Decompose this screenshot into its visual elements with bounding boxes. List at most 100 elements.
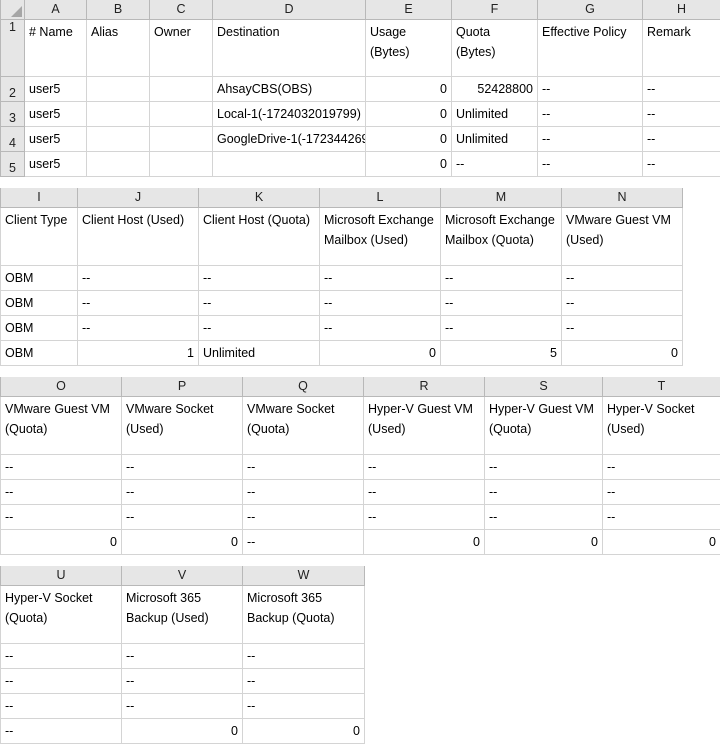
cell-alias[interactable] bbox=[87, 102, 150, 127]
cell-vmware-guest-vm-quota[interactable]: -- bbox=[1, 455, 122, 480]
cell-quota-bytes[interactable]: -- bbox=[452, 152, 538, 177]
header-cell-hyperv-socket-quota[interactable]: Hyper-V Socket (Quota) bbox=[1, 586, 122, 644]
cell-owner[interactable] bbox=[150, 127, 213, 152]
cell-hyperv-socket-quota[interactable]: -- bbox=[1, 694, 122, 719]
cell-vmware-guest-vm-used[interactable]: -- bbox=[562, 291, 683, 316]
header-cell-vmware-socket-quota[interactable]: VMware Socket (Quota) bbox=[243, 397, 364, 455]
header-cell-client-host-used[interactable]: Client Host (Used) bbox=[78, 208, 199, 266]
column-header-L[interactable]: L bbox=[320, 188, 441, 208]
cell-exchange-mailbox-quota[interactable]: -- bbox=[441, 316, 562, 341]
header-cell-client-type[interactable]: Client Type bbox=[1, 208, 78, 266]
cell-exchange-mailbox-used[interactable]: -- bbox=[320, 316, 441, 341]
cell-usage-bytes[interactable]: 0 bbox=[366, 152, 452, 177]
column-header-F[interactable]: F bbox=[452, 0, 538, 20]
row-number-3[interactable]: 3 bbox=[1, 102, 25, 127]
column-header-G[interactable]: G bbox=[538, 0, 643, 20]
cell-destination[interactable]: Local-1(-1724032019799) bbox=[213, 102, 366, 127]
cell-usage-bytes[interactable]: 0 bbox=[366, 77, 452, 102]
cell-vmware-socket-quota[interactable]: -- bbox=[243, 480, 364, 505]
header-cell-exchange-mailbox-used[interactable]: Microsoft Exchange Mailbox (Used) bbox=[320, 208, 441, 266]
cell-vmware-socket-used[interactable]: -- bbox=[122, 480, 243, 505]
column-header-E[interactable]: E bbox=[366, 0, 452, 20]
column-header-K[interactable]: K bbox=[199, 188, 320, 208]
cell-vmware-guest-vm-quota[interactable]: -- bbox=[1, 505, 122, 530]
row-number-1[interactable]: 1 bbox=[1, 20, 25, 77]
cell-usage-bytes[interactable]: 0 bbox=[366, 127, 452, 152]
column-header-B[interactable]: B bbox=[87, 0, 150, 20]
column-header-J[interactable]: J bbox=[78, 188, 199, 208]
cell-client-host-quota[interactable]: Unlimited bbox=[199, 341, 320, 366]
cell-hyperv-guest-vm-quota[interactable]: -- bbox=[485, 505, 603, 530]
row-number-5[interactable]: 5 bbox=[1, 152, 25, 177]
header-cell-m365-backup-used[interactable]: Microsoft 365 Backup (Used) bbox=[122, 586, 243, 644]
cell-effective-policy[interactable]: -- bbox=[538, 102, 643, 127]
cell-vmware-socket-used[interactable]: -- bbox=[122, 455, 243, 480]
cell-hyperv-guest-vm-used[interactable]: -- bbox=[364, 455, 485, 480]
column-header-P[interactable]: P bbox=[122, 377, 243, 397]
spreadsheet-table-3[interactable]: O P Q R S T VMware Guest VM (Quota) VMwa… bbox=[0, 377, 720, 555]
cell-exchange-mailbox-quota[interactable]: -- bbox=[441, 291, 562, 316]
header-cell-destination[interactable]: Destination bbox=[213, 20, 366, 77]
select-all-corner[interactable] bbox=[1, 0, 25, 20]
header-cell-exchange-mailbox-quota[interactable]: Microsoft Exchange Mailbox (Quota) bbox=[441, 208, 562, 266]
cell-hyperv-socket-used[interactable]: -- bbox=[603, 455, 720, 480]
cell-client-host-used[interactable]: -- bbox=[78, 291, 199, 316]
cell-quota-bytes[interactable]: Unlimited bbox=[452, 127, 538, 152]
cell-exchange-mailbox-quota[interactable]: -- bbox=[441, 266, 562, 291]
cell-exchange-mailbox-used[interactable]: 0 bbox=[320, 341, 441, 366]
cell-effective-policy[interactable]: -- bbox=[538, 77, 643, 102]
cell-client-host-quota[interactable]: -- bbox=[199, 291, 320, 316]
cell-hyperv-socket-quota[interactable]: -- bbox=[1, 719, 122, 744]
column-header-S[interactable]: S bbox=[485, 377, 603, 397]
header-cell-usage-bytes[interactable]: Usage (Bytes) bbox=[366, 20, 452, 77]
column-header-W[interactable]: W bbox=[243, 566, 365, 586]
cell-alias[interactable] bbox=[87, 152, 150, 177]
column-header-D[interactable]: D bbox=[213, 0, 366, 20]
header-cell-remark[interactable]: Remark bbox=[643, 20, 720, 77]
header-cell-alias[interactable]: Alias bbox=[87, 20, 150, 77]
cell-hyperv-guest-vm-used[interactable]: 0 bbox=[364, 530, 485, 555]
cell-m365-backup-used[interactable]: -- bbox=[122, 669, 243, 694]
cell-exchange-mailbox-used[interactable]: -- bbox=[320, 291, 441, 316]
cell-vmware-socket-quota[interactable]: -- bbox=[243, 530, 364, 555]
cell-hyperv-socket-quota[interactable]: -- bbox=[1, 669, 122, 694]
cell-m365-backup-quota[interactable]: -- bbox=[243, 669, 365, 694]
cell-client-host-used[interactable]: -- bbox=[78, 266, 199, 291]
cell-m365-backup-quota[interactable]: -- bbox=[243, 694, 365, 719]
cell-hyperv-socket-used[interactable]: -- bbox=[603, 480, 720, 505]
cell-client-host-quota[interactable]: -- bbox=[199, 316, 320, 341]
column-header-I[interactable]: I bbox=[1, 188, 78, 208]
header-cell-hyperv-guest-vm-quota[interactable]: Hyper-V Guest VM (Quota) bbox=[485, 397, 603, 455]
cell-client-type[interactable]: OBM bbox=[1, 291, 78, 316]
header-cell-hyperv-guest-vm-used[interactable]: Hyper-V Guest VM (Used) bbox=[364, 397, 485, 455]
column-header-O[interactable]: O bbox=[1, 377, 122, 397]
cell-client-type[interactable]: OBM bbox=[1, 266, 78, 291]
cell-remark[interactable]: -- bbox=[643, 102, 720, 127]
cell-m365-backup-used[interactable]: -- bbox=[122, 694, 243, 719]
spreadsheet-table-4[interactable]: U V W Hyper-V Socket (Quota) Microsoft 3… bbox=[0, 566, 365, 744]
cell-m365-backup-quota[interactable]: 0 bbox=[243, 719, 365, 744]
cell-name[interactable]: user5 bbox=[25, 152, 87, 177]
cell-effective-policy[interactable]: -- bbox=[538, 127, 643, 152]
header-cell-effective-policy[interactable]: Effective Policy bbox=[538, 20, 643, 77]
cell-client-host-used[interactable]: 1 bbox=[78, 341, 199, 366]
cell-hyperv-guest-vm-quota[interactable]: 0 bbox=[485, 530, 603, 555]
row-number-4[interactable]: 4 bbox=[1, 127, 25, 152]
cell-hyperv-socket-used[interactable]: -- bbox=[603, 505, 720, 530]
cell-hyperv-guest-vm-used[interactable]: -- bbox=[364, 505, 485, 530]
cell-vmware-socket-used[interactable]: -- bbox=[122, 505, 243, 530]
cell-remark[interactable]: -- bbox=[643, 152, 720, 177]
cell-remark[interactable]: -- bbox=[643, 77, 720, 102]
cell-client-type[interactable]: OBM bbox=[1, 341, 78, 366]
cell-effective-policy[interactable]: -- bbox=[538, 152, 643, 177]
cell-alias[interactable] bbox=[87, 127, 150, 152]
cell-destination[interactable]: AhsayCBS(OBS) bbox=[213, 77, 366, 102]
spreadsheet-table-1[interactable]: A B C D E F G H 1 # Name Alias Owner Des… bbox=[0, 0, 720, 177]
cell-exchange-mailbox-quota[interactable]: 5 bbox=[441, 341, 562, 366]
spreadsheet-table-2[interactable]: I J K L M N Client Type Client Host (Use… bbox=[0, 188, 683, 366]
cell-usage-bytes[interactable]: 0 bbox=[366, 102, 452, 127]
cell-client-type[interactable]: OBM bbox=[1, 316, 78, 341]
header-cell-client-host-quota[interactable]: Client Host (Quota) bbox=[199, 208, 320, 266]
column-header-T[interactable]: T bbox=[603, 377, 720, 397]
cell-alias[interactable] bbox=[87, 77, 150, 102]
